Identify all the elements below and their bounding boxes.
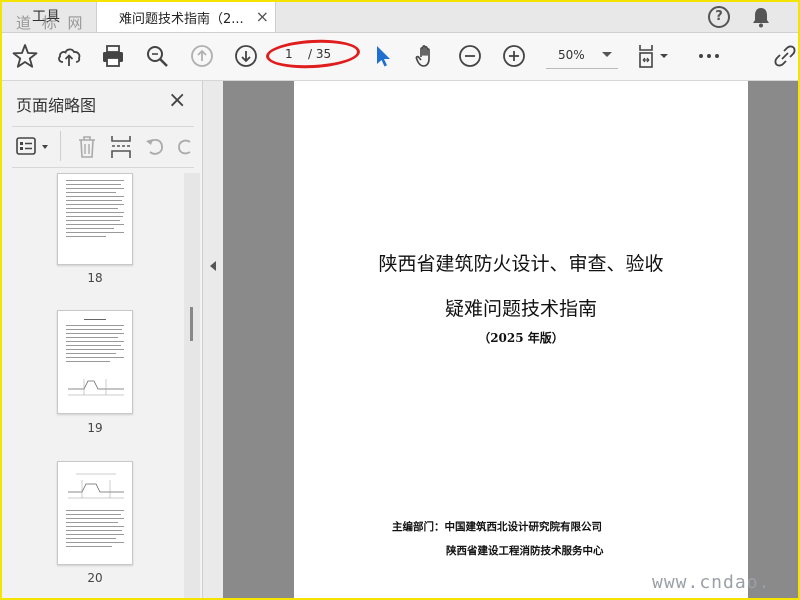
thumbnail-panel: 页面缩略图 × 18 19 20 (2, 81, 203, 598)
cloud-upload-icon[interactable] (56, 43, 82, 69)
page-up-icon[interactable] (189, 43, 215, 69)
thumbnail-page[interactable] (57, 310, 133, 414)
star-icon[interactable] (12, 43, 38, 69)
zoom-in-icon[interactable] (501, 43, 527, 69)
toolbar: 1 / 35 50% (2, 33, 798, 81)
zoom-out-icon[interactable] (457, 43, 483, 69)
thumbnail-page-number: 18 (87, 271, 103, 285)
thumbnail-page-number: 20 (87, 571, 103, 585)
help-icon[interactable]: ? (708, 6, 730, 28)
tab-document[interactable]: 难问题技术指南（2... × (96, 2, 276, 32)
notification-bell-icon[interactable] (750, 6, 772, 28)
document-co-editor-org: 陕西省建设工程消防技术服务中心 (446, 545, 604, 557)
panel-collapse-bar[interactable] (203, 81, 223, 598)
chevron-down-icon (602, 52, 612, 57)
hand-tool-icon[interactable] (413, 43, 439, 69)
document-editor-org: 主编部门：中国建筑西北设计研究院有限公司 (392, 521, 602, 533)
print-icon[interactable] (100, 43, 126, 69)
document-edition: （2025 年版） (478, 331, 564, 345)
share-link-icon[interactable] (772, 43, 798, 69)
page-down-icon[interactable] (233, 43, 259, 69)
thumbnail-page[interactable] (57, 461, 133, 565)
document-title-line2: 疑难问题技术指南 (444, 298, 597, 320)
delete-page-icon[interactable] (76, 135, 98, 159)
select-cursor-icon[interactable] (370, 43, 396, 69)
extract-page-icon[interactable] (110, 134, 132, 160)
fit-page-icon[interactable] (636, 43, 672, 69)
thumbnail-diagram (68, 473, 124, 499)
tab-bar: 工具 道 标 网 难问题技术指南（2... × ? (2, 2, 798, 33)
app-window: 工具 道 标 网 难问题技术指南（2... × ? 1 / 35 50% 页面缩… (2, 2, 798, 598)
panel-title: 页面缩略图 (16, 96, 97, 115)
scrollbar-thumb[interactable] (190, 307, 193, 341)
zoom-select[interactable]: 50% (546, 44, 618, 69)
more-icon[interactable] (696, 43, 722, 69)
site-watermark: www.cndao. (652, 572, 771, 593)
thumbnail-options-icon[interactable] (16, 136, 52, 158)
collapse-arrow-icon[interactable] (210, 261, 216, 271)
document-title-line1: 陕西省建筑防火设计、审查、验收 (378, 253, 664, 275)
zoom-search-icon[interactable] (144, 43, 170, 69)
thumbnail-list: 18 19 20 (2, 173, 184, 598)
rotate-right-icon[interactable] (176, 135, 192, 159)
tab-close-icon[interactable]: × (256, 7, 269, 26)
thumbnail-toolbar (12, 126, 194, 168)
watermark-text: 道 标 网 (16, 14, 86, 32)
thumbnail-diagram (68, 379, 124, 396)
zoom-value: 50% (558, 48, 585, 62)
rotate-left-icon[interactable] (144, 135, 166, 159)
document-page: 陕西省建筑防火设计、审查、验收 疑难问题技术指南 （2025 年版） 主编部门：… (294, 81, 748, 598)
tool-divider (60, 131, 61, 161)
panel-close-icon[interactable]: × (168, 88, 186, 113)
thumbnail-page-number: 19 (87, 421, 103, 435)
thumbnail-page[interactable] (57, 173, 133, 265)
document-viewer[interactable]: 陕西省建筑防火设计、审查、验收 疑难问题技术指南 （2025 年版） 主编部门：… (223, 81, 798, 598)
tab-document-label: 难问题技术指南（2... (119, 12, 244, 27)
thumbnail-scrollbar[interactable] (184, 173, 200, 598)
